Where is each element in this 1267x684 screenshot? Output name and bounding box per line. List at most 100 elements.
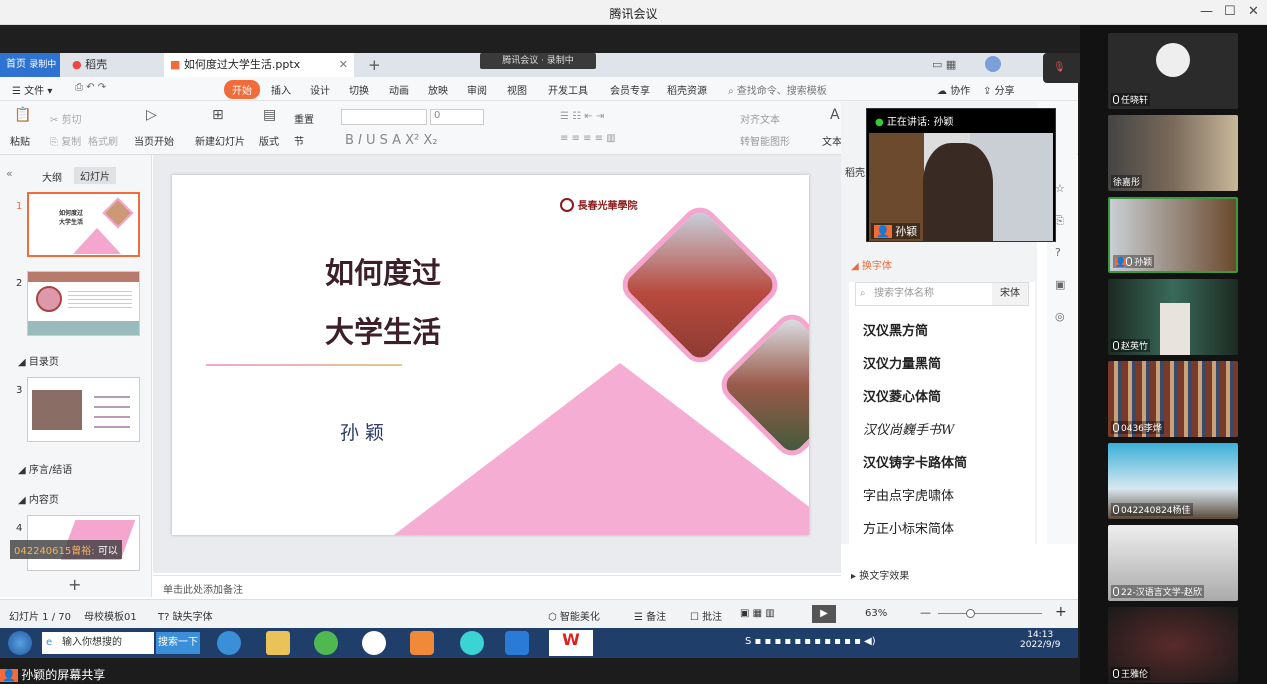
font-item[interactable]: 字由点字虎啸体 xyxy=(863,485,954,504)
current-font-button[interactable]: 宋体 xyxy=(992,283,1028,305)
browser-icon[interactable] xyxy=(314,631,338,655)
tab-ppt[interactable]: ■ 如何度过大学生活.pptx ✕ xyxy=(164,53,354,77)
menu-animate[interactable]: 动画 xyxy=(389,82,409,97)
participant-tile[interactable]: 👤 孙颖 xyxy=(1108,197,1238,273)
zoom-slider[interactable] xyxy=(938,613,1042,614)
text-effect-header[interactable]: ▸ 换文字效果 xyxy=(851,567,909,582)
menu-vip[interactable]: 会员专享 xyxy=(610,82,650,97)
tencent-meeting-icon[interactable] xyxy=(505,631,529,655)
font-item[interactable]: 汉仪黑方简 xyxy=(863,320,928,339)
missing-font-button[interactable]: T? 缺失字体 xyxy=(158,608,213,623)
menu-insert[interactable]: 插入 xyxy=(271,82,291,97)
zoom-slider-thumb[interactable] xyxy=(966,609,975,618)
textbox-icon[interactable]: A xyxy=(830,107,840,123)
tab-slides[interactable]: 幻灯片 xyxy=(74,167,116,184)
tab-close-icon[interactable]: ✕ xyxy=(339,53,348,77)
taskbar-search-input[interactable]: e 输入你想搜的 xyxy=(42,632,154,654)
comment-button[interactable]: ☐ 批注 xyxy=(690,608,722,623)
app-icon[interactable] xyxy=(362,631,386,655)
clock[interactable]: 14:13 2022/9/9 xyxy=(1020,630,1060,650)
share-button[interactable]: ⇪ 分享 xyxy=(983,82,1015,97)
quick-tools-icon[interactable]: ⎙ ↶ ↷ xyxy=(75,82,106,93)
tray-icons[interactable]: S ▪ ▪ ▪ ▪ ▪ ▪ ▪ ▪ ▪ ▪ ▪ ◀) xyxy=(745,636,876,647)
list-buttons[interactable]: ☰ ☷ ⇤ ⇥ xyxy=(560,111,604,122)
layout-icons[interactable]: ▭ ▦ xyxy=(932,58,956,71)
font-item[interactable]: 汉仪铸字卡路体简 xyxy=(863,452,967,471)
ie-icon[interactable] xyxy=(217,631,241,655)
paragraph-align-buttons[interactable]: ≡ ≡ ≡ ≡ ▥ xyxy=(560,133,616,144)
font-item[interactable]: 汉仪菱心体简 xyxy=(863,386,941,405)
font-item[interactable]: 汉仪尚巍手书W xyxy=(863,419,954,438)
start-icon[interactable] xyxy=(8,631,32,655)
play-from-current-icon[interactable]: ▷ xyxy=(146,107,157,123)
tab-outline[interactable]: 大纲 xyxy=(42,169,62,184)
reset-button[interactable]: 重置 xyxy=(294,111,314,126)
floating-camera[interactable]: ● 正在讲话: 孙颖 👤 孙颖 xyxy=(866,108,1056,242)
media-icon[interactable] xyxy=(410,631,434,655)
participant-tile[interactable]: 徐嘉彤 xyxy=(1108,115,1238,191)
section-intro[interactable]: 序言/结语 xyxy=(29,465,72,476)
new-slide-icon[interactable]: ⊞ xyxy=(212,107,224,123)
participant-tile[interactable]: 0436李烨 xyxy=(1108,361,1238,437)
minimize-icon[interactable]: — xyxy=(1200,4,1213,19)
zoom-in-icon[interactable]: + xyxy=(1055,604,1067,620)
help-icon[interactable]: ? xyxy=(1055,246,1061,259)
font-item[interactable]: 汉仪力量黑简 xyxy=(863,353,941,372)
zoom-out-icon[interactable]: — xyxy=(920,606,931,619)
paste-icon[interactable]: 📋 xyxy=(14,107,31,123)
beautify-button[interactable]: ⬡ 智能美化 xyxy=(548,608,600,623)
font-item[interactable]: 方正小标宋简体 xyxy=(863,518,954,537)
master-name[interactable]: 母校模板01 xyxy=(84,608,137,623)
new-tab-icon[interactable]: + xyxy=(362,53,381,77)
font-swap-header[interactable]: ◢ 换字体 xyxy=(851,257,892,272)
slide-thumb-3[interactable] xyxy=(27,377,140,442)
align-text-button[interactable]: 对齐文本 xyxy=(740,111,780,126)
play-button[interactable]: ▶ xyxy=(812,605,836,623)
section-content[interactable]: 内容页 xyxy=(29,495,59,506)
menu-play[interactable]: 放映 xyxy=(428,82,448,97)
add-slide-icon[interactable]: + xyxy=(68,575,81,594)
participant-tile[interactable]: 赵英竹 xyxy=(1108,279,1238,355)
new-slide-button[interactable]: 新建幻灯片 xyxy=(195,133,245,148)
tab-home[interactable]: 首页 录制中 xyxy=(0,53,60,77)
maximize-icon[interactable]: ☐ xyxy=(1224,4,1236,19)
participant-tile[interactable]: 任晓轩 xyxy=(1108,33,1238,109)
folder-icon[interactable] xyxy=(266,631,290,655)
menu-file[interactable]: ☰ 文件 ▾ xyxy=(12,82,52,97)
menu-design[interactable]: 设计 xyxy=(310,82,330,97)
tool-icon[interactable]: ☆ xyxy=(1055,182,1065,195)
participant-tile[interactable]: 042240824杨佳 xyxy=(1108,443,1238,519)
collapse-pane-icon[interactable]: « xyxy=(6,167,13,180)
smart-shape-button[interactable]: 转智能图形 xyxy=(740,133,790,148)
notes-area[interactable]: 单击此处添加备注 xyxy=(153,575,841,597)
meeting-status-pill[interactable]: 腾讯会议 · 录制中 xyxy=(480,53,596,69)
avatar[interactable] xyxy=(985,56,1001,72)
menu-docer[interactable]: 稻壳资源 xyxy=(667,82,707,97)
font-size-select[interactable]: 0 xyxy=(430,109,484,125)
tool-icon[interactable]: ⎘ xyxy=(1055,214,1064,228)
play-from-current-button[interactable]: 当页开始 xyxy=(134,133,174,148)
tool-icon[interactable]: ◎ xyxy=(1055,310,1065,323)
menu-switch[interactable]: 切换 xyxy=(349,82,369,97)
taskbar-search-button[interactable]: 搜索一下 xyxy=(156,632,200,654)
copy-button[interactable]: ⎘ 复制 xyxy=(50,133,81,148)
paste-button[interactable]: 粘贴 xyxy=(10,133,30,148)
view-buttons[interactable]: ▣ ▦ ▥ xyxy=(740,608,775,619)
menu-dev[interactable]: 开发工具 xyxy=(548,82,588,97)
cut-button[interactable]: ✂ 剪切 xyxy=(50,111,82,126)
section-button[interactable]: 节 xyxy=(294,133,304,148)
slide-thumb-1[interactable]: 如何度过 大学生活 xyxy=(27,192,140,257)
menu-view[interactable]: 视图 xyxy=(507,82,527,97)
font-style-buttons[interactable]: B I U S A X² X₂ xyxy=(345,133,437,148)
layout-button[interactable]: 版式 xyxy=(259,133,279,148)
slide-thumb-2[interactable] xyxy=(27,271,140,336)
section-toc[interactable]: 目录页 xyxy=(29,357,59,368)
collab-button[interactable]: ☁ 协作 xyxy=(937,82,970,97)
menu-review[interactable]: 审阅 xyxy=(467,82,487,97)
font-search-input[interactable]: ⌕ 搜索字体名称 宋体 xyxy=(855,282,1029,306)
close-icon[interactable]: ✕ xyxy=(1248,4,1259,19)
tab-docer[interactable]: ● 稻壳 xyxy=(66,53,156,77)
app-icon[interactable] xyxy=(460,631,484,655)
notes-button[interactable]: ☰ 备注 xyxy=(634,608,666,623)
menu-start[interactable]: 开始 xyxy=(224,80,260,99)
